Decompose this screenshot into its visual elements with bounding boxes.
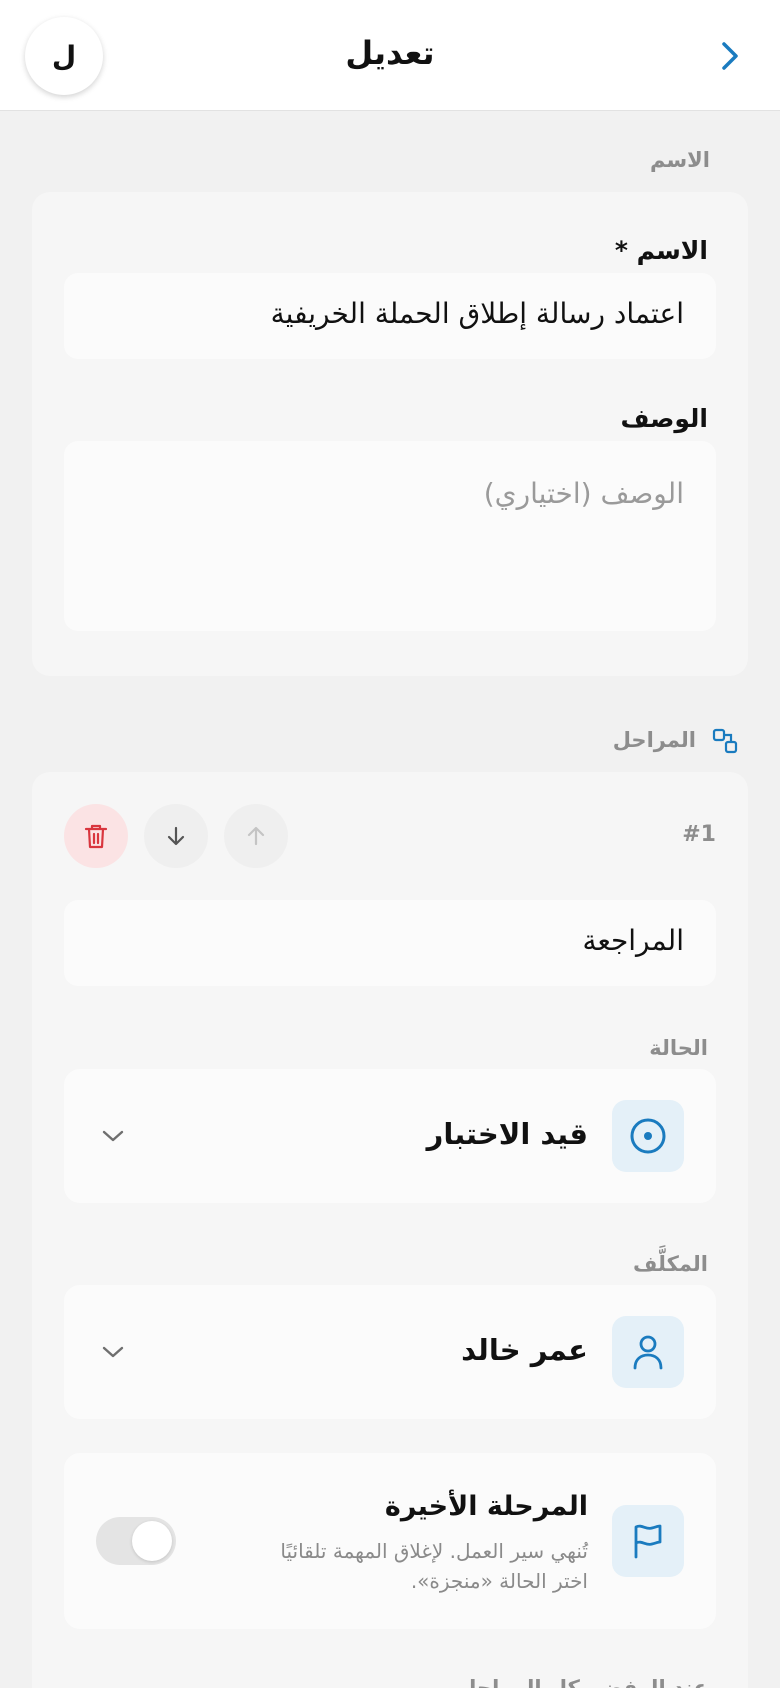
toggle-knob — [132, 1521, 172, 1561]
user-icon — [633, 1335, 663, 1370]
final-stage-toggle[interactable] — [96, 1517, 176, 1565]
move-up-button[interactable] — [224, 804, 288, 868]
status-label: الحالة — [649, 1036, 708, 1060]
top-bar: تعديل ل — [0, 0, 780, 111]
stage-number: #1 — [682, 822, 716, 847]
trash-icon — [84, 824, 108, 849]
description-placeholder: الوصف (اختياري) — [483, 477, 684, 510]
rejection-label: عند الرفض، كل المراحل — [458, 1676, 708, 1688]
final-stage-icon-tile — [612, 1505, 684, 1577]
assignee-icon-tile — [612, 1316, 684, 1388]
assignee-select[interactable]: عمر خالد — [64, 1285, 716, 1419]
stage-name-input[interactable]: المراجعة — [64, 900, 716, 986]
section-label-name: الاسم — [650, 148, 710, 172]
status-circle-icon — [630, 1118, 666, 1154]
assignee-chevron — [98, 1337, 128, 1367]
final-stage-title: المرحلة الأخيرة — [384, 1491, 588, 1522]
arrow-down-icon — [167, 826, 185, 846]
status-icon-tile — [612, 1100, 684, 1172]
page-title: تعديل — [345, 34, 435, 72]
final-stage-row: المرحلة الأخيرة تُنهي سير العمل. لإغلاق … — [64, 1453, 716, 1629]
assignee-value: عمر خالد — [461, 1333, 588, 1367]
arrow-up-icon — [247, 826, 265, 846]
status-value: قيد الاختبار — [426, 1117, 588, 1151]
section-label-stages: المراحل — [612, 728, 696, 752]
flag-icon — [634, 1524, 662, 1559]
status-select[interactable]: قيد الاختبار — [64, 1069, 716, 1203]
description-textarea[interactable]: الوصف (اختياري) — [64, 441, 716, 631]
final-stage-desc-1: تُنهي سير العمل. لإغلاق المهمة تلقائيًا — [280, 1539, 588, 1563]
description-field-label: الوصف — [620, 404, 708, 433]
name-input[interactable]: اعتماد رسالة إطلاق الحملة الخريفية — [64, 273, 716, 359]
chevron-down-icon — [102, 1130, 124, 1142]
stages-icon — [712, 728, 738, 754]
avatar[interactable]: ل — [25, 17, 103, 95]
assignee-label: المكلَّف — [633, 1252, 708, 1276]
status-chevron — [98, 1121, 128, 1151]
delete-stage-button[interactable] — [64, 804, 128, 868]
name-field-label: الاسم * — [614, 236, 708, 265]
name-input-value: اعتماد رسالة إطلاق الحملة الخريفية — [270, 297, 684, 330]
move-down-button[interactable] — [144, 804, 208, 868]
chevron-down-icon — [102, 1346, 124, 1358]
final-stage-desc-2: اختر الحالة «منجزة». — [410, 1569, 588, 1593]
stage-name-value: المراجعة — [582, 924, 684, 957]
